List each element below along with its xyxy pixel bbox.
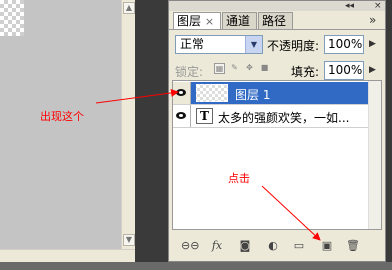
arrow-to-new-layer xyxy=(261,185,321,241)
annotation-arrows xyxy=(95,88,321,241)
arrow-to-layer xyxy=(95,88,179,104)
